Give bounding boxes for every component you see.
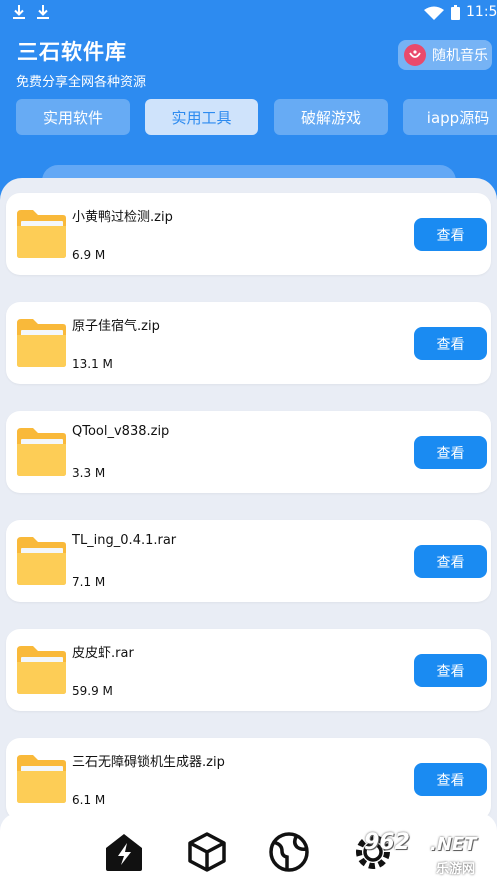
view-button[interactable]: 查看 <box>414 218 487 251</box>
watermark-logo: 962 .NET 乐游网 <box>360 828 497 884</box>
folder-icon <box>17 755 66 803</box>
status-time: 11:57 <box>466 4 497 20</box>
file-card: 原子佳宿气.zip 13.1 M 查看 <box>6 302 491 384</box>
folder-icon <box>17 319 66 367</box>
file-card: 皮皮虾.rar 59.9 M 查看 <box>6 629 491 711</box>
watermark-number: 962 <box>364 830 410 855</box>
wifi-icon <box>424 6 444 20</box>
view-button[interactable]: 查看 <box>414 654 487 687</box>
download-icon <box>13 5 25 19</box>
view-button[interactable]: 查看 <box>414 763 487 796</box>
music-icon <box>404 44 426 66</box>
folder-icon <box>17 210 66 258</box>
random-music-button[interactable]: 随机音乐 <box>398 40 492 70</box>
folder-icon <box>17 537 66 585</box>
tab-practical-software[interactable]: 实用软件 <box>16 99 130 135</box>
download-icon <box>37 5 49 19</box>
globe-icon[interactable] <box>268 831 310 873</box>
file-name: 原子佳宿气.zip <box>72 319 160 334</box>
tab-cracked-games[interactable]: 破解游戏 <box>274 99 388 135</box>
file-size: 6.1 M <box>72 793 106 807</box>
music-button-label: 随机音乐 <box>432 48 488 64</box>
watermark-text: 乐游网 <box>436 862 476 877</box>
watermark-net: .NET <box>430 834 477 855</box>
view-button[interactable]: 查看 <box>414 436 487 469</box>
folder-icon <box>17 428 66 476</box>
box-icon[interactable] <box>186 831 228 873</box>
file-size: 59.9 M <box>72 684 113 698</box>
view-button[interactable]: 查看 <box>414 545 487 578</box>
file-size: 13.1 M <box>72 357 113 371</box>
file-size: 7.1 M <box>72 575 106 589</box>
home-icon[interactable] <box>103 831 145 873</box>
file-card: 小黄鸭过检测.zip 6.9 M 查看 <box>6 193 491 275</box>
file-name: 皮皮虾.rar <box>72 646 134 661</box>
file-name: 三石无障碍锁机生成器.zip <box>72 755 225 770</box>
app-title: 三石软件库 <box>17 40 127 64</box>
file-size: 6.9 M <box>72 248 106 262</box>
tab-practical-tools[interactable]: 实用工具 <box>145 99 258 135</box>
file-name: 小黄鸭过检测.zip <box>72 210 173 225</box>
file-size: 3.3 M <box>72 466 106 480</box>
app-subtitle: 免费分享全网各种资源 <box>16 75 147 90</box>
file-card: QTool_v838.zip 3.3 M 查看 <box>6 411 491 493</box>
folder-icon <box>17 646 66 694</box>
view-button[interactable]: 查看 <box>414 327 487 360</box>
battery-icon <box>451 5 460 20</box>
file-name: QTool_v838.zip <box>72 424 170 439</box>
file-name: TL_ing_0.4.1.rar <box>72 533 177 548</box>
file-card: TL_ing_0.4.1.rar 7.1 M 查看 <box>6 520 491 602</box>
tab-iapp-source[interactable]: iapp源码 <box>403 99 497 135</box>
file-card: 三石无障碍锁机生成器.zip 6.1 M 查看 <box>6 738 491 820</box>
status-bar: 11:57 <box>0 0 497 26</box>
